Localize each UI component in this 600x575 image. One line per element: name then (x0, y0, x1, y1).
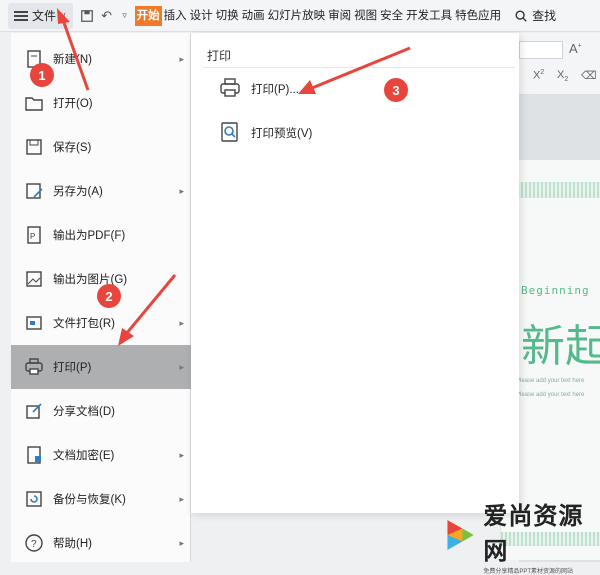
format-toolbar: A+ X2 X2 ⌫ (519, 33, 600, 95)
annotation-badge-1: 1 (30, 63, 54, 87)
help-icon: ? (23, 532, 45, 554)
file-menu-item[interactable]: P 输出为PDF(F) (11, 213, 191, 257)
file-menu-item[interactable]: 打印(P) ▸ (11, 345, 191, 389)
save-icon (23, 136, 45, 158)
print-submenu-header: 打印 (207, 49, 232, 63)
chevron-down-icon: ∨ (60, 10, 67, 20)
file-menu-item-label: 另存为(A) (53, 186, 103, 198)
printer-icon (219, 77, 241, 102)
file-menu-item-label: 输出为PDF(F) (53, 230, 126, 242)
file-menu-item-label: 保存(S) (53, 142, 92, 154)
file-menu-item-label: 文档加密(E) (53, 450, 115, 462)
chevron-right-icon: ▸ (179, 537, 184, 548)
ribbon-tab[interactable]: 视图 (353, 6, 378, 26)
file-menu-item[interactable]: 文件打包(R) ▸ (11, 301, 191, 345)
file-menu-item-label: 输出为图片(G) (53, 274, 128, 286)
slide-subtitle: Beginning (521, 284, 590, 297)
hamburger-icon (14, 10, 28, 21)
ribbon-tab[interactable]: 安全 (379, 6, 404, 26)
save-quick-icon[interactable] (79, 8, 95, 24)
watermark-title: 爱尚资源网 (483, 500, 584, 565)
file-menu-item[interactable]: 分享文档(D) (11, 389, 191, 433)
print-item[interactable]: 打印(P)... (219, 75, 299, 103)
ribbon-tab[interactable]: 插入 (163, 6, 188, 26)
search-icon (515, 9, 527, 22)
save-as-icon (23, 180, 45, 202)
file-menu-item-label: 备份与恢复(K) (53, 494, 126, 506)
print-item-label: 打印(P)... (251, 84, 299, 96)
file-menu-item[interactable]: ? 帮助(H) ▸ (11, 521, 191, 565)
ribbon-tab[interactable]: 动画 (241, 6, 266, 26)
file-menu-item-label: 帮助(H) (53, 538, 92, 550)
slide-body-line: Please add your text here (516, 392, 585, 398)
ribbon-bar: 文件 ∨ ↶ ▿ 开始 插入 设计 切换 动画 幻灯片放映 审阅 视图 安全 开发工具 特色应用 查… (0, 0, 600, 32)
chevron-right-icon: ▸ (179, 361, 184, 372)
undo-quick-icon[interactable]: ↶ (99, 8, 115, 24)
watermark-tagline: 免费分享精品PPT素材资源的网站 (483, 568, 573, 575)
pdf-icon: P (23, 224, 45, 246)
ribbon-tab[interactable]: 切换 (215, 6, 240, 26)
image-export-icon (23, 268, 45, 290)
file-menu-item[interactable]: 另存为(A) ▸ (11, 169, 191, 213)
ribbon-tab[interactable]: 特色应用 (454, 6, 502, 26)
annotation-badge-2: 2 (97, 284, 121, 308)
file-menu-item-label: 打印(P) (53, 362, 92, 374)
print-preview-icon (219, 121, 241, 146)
superscript-icon[interactable]: X2 (533, 69, 544, 82)
ribbon-tab[interactable]: 开始 (134, 5, 162, 26)
chevron-right-icon: ▸ (179, 449, 184, 460)
chevron-right-icon: ▸ (179, 493, 184, 504)
divider (203, 67, 515, 68)
file-menu-item-label: 打开(O) (53, 98, 93, 110)
increase-font-icon[interactable]: A+ (569, 41, 582, 56)
file-menu-label: 文件 (32, 9, 57, 23)
file-menu-item-label: 新建(N) (53, 54, 92, 66)
watermark: 爱尚资源网 免费分享精品PPT素材资源的网站 (440, 501, 600, 575)
svg-text:?: ? (31, 539, 37, 550)
subscript-icon[interactable]: X2 (557, 69, 568, 83)
print-preview-item[interactable]: 打印预览(V) (219, 119, 312, 147)
file-menu-item-label: 分享文档(D) (53, 406, 115, 418)
quick-access-dropdown-icon[interactable]: ▿ (117, 8, 133, 24)
svg-text:P: P (30, 232, 35, 241)
annotation-badge-3: 3 (384, 78, 408, 102)
ribbon-tab[interactable]: 开发工具 (405, 6, 453, 26)
lock-document-icon (23, 444, 45, 466)
printer-icon (23, 356, 45, 378)
chevron-right-icon: ▸ (179, 53, 184, 64)
slide-body-line: Please add your text here (516, 378, 585, 384)
font-size-field[interactable] (519, 41, 563, 59)
print-preview-label: 打印预览(V) (251, 128, 313, 140)
ribbon-tab[interactable]: 审阅 (327, 6, 352, 26)
ribbon-tab[interactable]: 设计 (189, 6, 214, 26)
watermark-logo-icon (447, 520, 474, 550)
ribbon-tabs: 开始 插入 设计 切换 动画 幻灯片放映 审阅 视图 安全 开发工具 特色应用 (134, 5, 503, 26)
chevron-right-icon: ▸ (179, 185, 184, 196)
clear-format-icon[interactable]: ⌫ (581, 69, 597, 82)
folder-open-icon (23, 92, 45, 114)
file-menu-item[interactable]: 保存(S) (11, 125, 191, 169)
slide-heading: 新起 (521, 321, 600, 372)
file-menu-item-label: 文件打包(R) (53, 318, 115, 330)
package-icon (23, 312, 45, 334)
file-menu-button[interactable]: 文件 ∨ (8, 2, 73, 29)
search-label: 查找 (532, 9, 557, 23)
file-menu-item[interactable]: 文档加密(E) ▸ (11, 433, 191, 477)
backup-icon (23, 488, 45, 510)
file-menu-item[interactable]: 打开(O) (11, 81, 191, 125)
file-menu-item[interactable]: 备份与恢复(K) ▸ (11, 477, 191, 521)
ribbon-tab[interactable]: 幻灯片放映 (267, 6, 327, 26)
print-submenu: 打印 打印(P)... 打印预览(V) (191, 33, 519, 513)
chevron-right-icon: ▸ (179, 317, 184, 328)
share-icon (23, 400, 45, 422)
search-button[interactable]: 查找 (514, 7, 556, 24)
